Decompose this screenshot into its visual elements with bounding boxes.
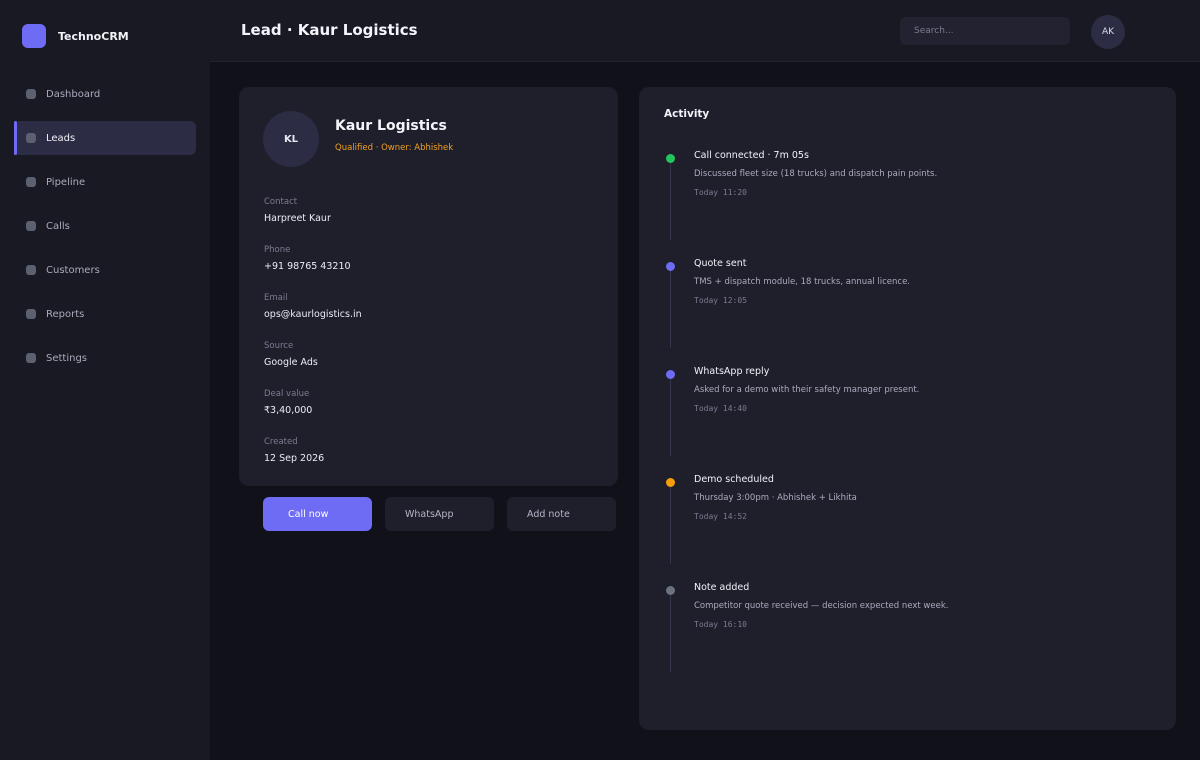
field-value: +91 98765 43210 <box>264 261 351 272</box>
whatsapp-button[interactable]: WhatsApp <box>385 497 494 531</box>
status-dot-icon <box>666 262 675 271</box>
timeline-item-description: Competitor quote received — decision exp… <box>694 601 949 611</box>
lead-card: KL Kaur Logistics Qualified · Owner: Abh… <box>239 87 618 486</box>
sidebar-item-label: Leads <box>46 132 76 144</box>
sidebar-item-label: Customers <box>46 264 100 276</box>
timeline-item: WhatsApp reply Asked for a demo with the… <box>639 366 1176 474</box>
timeline-item-title: Note added <box>694 582 750 593</box>
timeline-item: Demo scheduled Thursday 3:00pm · Abhishe… <box>639 474 1176 582</box>
calls-icon <box>26 221 36 231</box>
brand-name: TechnoCRM <box>58 29 129 43</box>
activity-panel: Activity Call connected · 7m 05s Discuss… <box>639 87 1176 730</box>
sidebar-item-label: Reports <box>46 308 85 320</box>
user-avatar[interactable]: AK <box>1091 15 1125 49</box>
sidebar-item-reports[interactable]: Reports <box>14 297 196 331</box>
header: Lead · Kaur Logistics AK <box>210 0 1200 62</box>
sidebar-item-label: Settings <box>46 352 88 364</box>
brand[interactable]: TechnoCRM <box>22 24 129 48</box>
sidebar-item-leads[interactable]: Leads <box>14 121 196 155</box>
timeline-connector <box>670 376 671 456</box>
timeline-connector <box>670 268 671 348</box>
field-label: Phone <box>264 245 291 255</box>
field-label: Source <box>264 341 294 351</box>
add-note-button[interactable]: Add note <box>507 497 616 531</box>
timeline-connector <box>670 484 671 564</box>
status-dot-icon <box>666 586 675 595</box>
lead-name: Kaur Logistics <box>335 118 447 134</box>
timeline-item: Call connected · 7m 05s Discussed fleet … <box>639 150 1176 258</box>
call-now-button[interactable]: Call now <box>263 497 372 531</box>
field-value: ops@kaurlogistics.in <box>264 309 362 320</box>
field-source: Source Google Ads <box>264 341 362 389</box>
field-label: Created <box>264 437 298 447</box>
timeline-item: Note added Competitor quote received — d… <box>639 582 1176 690</box>
sidebar-item-label: Calls <box>46 220 70 232</box>
field-value: Harpreet Kaur <box>264 213 331 224</box>
timeline-connector <box>670 592 671 672</box>
timeline-item-description: Discussed fleet size (18 trucks) and dis… <box>694 169 938 179</box>
lead-fields: Contact Harpreet Kaur Phone +91 98765 43… <box>264 197 362 485</box>
timeline-item-time: Today 16:10 <box>694 620 747 629</box>
field-label: Email <box>264 293 288 303</box>
sidebar-item-calls[interactable]: Calls <box>14 209 196 243</box>
timeline-item-title: Demo scheduled <box>694 474 774 485</box>
field-label: Deal value <box>264 389 310 399</box>
field-value: Google Ads <box>264 357 318 368</box>
field-phone: Phone +91 98765 43210 <box>264 245 362 293</box>
status-dot-icon <box>666 478 675 487</box>
field-contact: Contact Harpreet Kaur <box>264 197 362 245</box>
lead-status-owner: Qualified · Owner: Abhishek <box>335 143 454 153</box>
sidebar-item-customers[interactable]: Customers <box>14 253 196 287</box>
field-created: Created 12 Sep 2026 <box>264 437 362 485</box>
lead-avatar: KL <box>263 111 319 167</box>
timeline-item-title: Call connected · 7m 05s <box>694 150 809 161</box>
status-dot-icon <box>666 154 675 163</box>
sidebar-item-dashboard[interactable]: Dashboard <box>14 77 196 111</box>
sidebar: TechnoCRM Dashboard Leads Pipeline Calls… <box>0 0 210 760</box>
field-label: Contact <box>264 197 298 207</box>
pipeline-icon <box>26 177 36 187</box>
field-deal-value: Deal value ₹3,40,000 <box>264 389 362 437</box>
search-input[interactable] <box>900 17 1070 45</box>
timeline-item-description: TMS + dispatch module, 18 trucks, annual… <box>694 277 911 287</box>
timeline-item-time: Today 14:40 <box>694 404 747 413</box>
sidebar-item-settings[interactable]: Settings <box>14 341 196 375</box>
sidebar-nav: Dashboard Leads Pipeline Calls Customers… <box>14 77 196 385</box>
settings-icon <box>26 353 36 363</box>
timeline-item-title: WhatsApp reply <box>694 366 770 377</box>
timeline-item-time: Today 12:05 <box>694 296 747 305</box>
field-value: 12 Sep 2026 <box>264 453 325 464</box>
field-email: Email ops@kaurlogistics.in <box>264 293 362 341</box>
sidebar-item-pipeline[interactable]: Pipeline <box>14 165 196 199</box>
timeline-item-title: Quote sent <box>694 258 747 269</box>
timeline-item-time: Today 14:52 <box>694 512 747 521</box>
reports-icon <box>26 309 36 319</box>
timeline-item-description: Thursday 3:00pm · Abhishek + Likhita <box>694 493 857 503</box>
leads-icon <box>26 133 36 143</box>
dashboard-icon <box>26 89 36 99</box>
sidebar-item-label: Dashboard <box>46 88 101 100</box>
page-title: Lead · Kaur Logistics <box>241 21 418 39</box>
timeline-item-description: Asked for a demo with their safety manag… <box>694 385 920 395</box>
sidebar-item-label: Pipeline <box>46 176 86 188</box>
logo-icon <box>22 24 46 48</box>
timeline-item: Quote sent TMS + dispatch module, 18 tru… <box>639 258 1176 366</box>
timeline-connector <box>670 160 671 240</box>
field-value: ₹3,40,000 <box>264 405 313 416</box>
status-dot-icon <box>666 370 675 379</box>
timeline-item-time: Today 11:20 <box>694 188 747 197</box>
customers-icon <box>26 265 36 275</box>
activity-title: Activity <box>664 108 710 120</box>
